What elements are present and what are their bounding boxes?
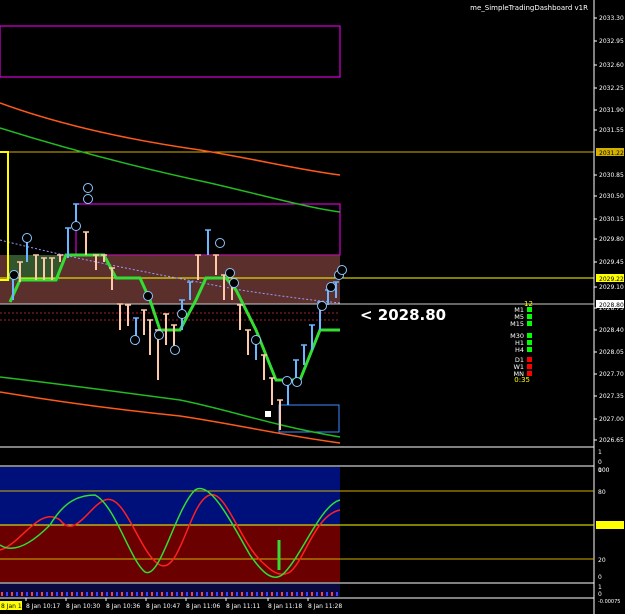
yellow-price-tag-text: 2029.22 [599,276,624,283]
time-label: 8 Jan 10:17 [26,603,60,610]
dashboard-tf-status [527,333,532,338]
price-tick-label: 2030.85 [599,172,624,179]
time-axis[interactable]: 8 Jan 10:17 8 Jan 10:30 8 Jan 10:36 8 Jan 1… [25,598,342,610]
price-tick-label: 2029.45 [599,259,624,266]
signal-circle [130,335,140,345]
osc-axis-label: 80 [598,489,606,496]
dashboard-count: 12 [524,300,533,308]
signal-circle [154,330,164,340]
dashboard-tf-label: M15 [510,320,524,328]
osc-value-tag [596,521,624,529]
signal-circle [215,238,225,248]
bottom-axis-1: 1 [598,584,602,591]
signal-circle [22,233,32,243]
price-tick-label: 2027.00 [599,416,624,423]
gold-price-tag-text: 2031.22 [599,150,624,157]
signal-circle [170,345,180,355]
osc-axis-label: 20 [598,557,606,564]
time-label: 8 Jan 10:36 [106,603,140,610]
price-tick-label: 2028.05 [599,349,624,356]
dashboard-tf-status [527,321,532,326]
sub1-axis-0: 0 [598,459,602,466]
price-tick-label: 2029.10 [599,284,624,291]
price-tick-label: 2026.65 [599,437,624,444]
signal-circle [317,301,327,311]
current-price-tag-text: 2028.80 [599,302,624,309]
dashboard-tf-status [527,364,532,369]
signal-circle [292,377,302,387]
time-label: 8 Jan 11:06 [186,603,220,610]
bottom-axis-0: 0 [598,591,602,598]
sub1-axis-1: 1 [598,449,602,456]
dashboard-tf-status [527,340,532,345]
time-label: 8 Jan 11:18 [268,603,302,610]
dashboard-tf-label: MN [514,370,525,378]
price-tick-label: 2031.90 [599,107,624,114]
price-tick-label: 2031.55 [599,127,624,134]
osc-red-zone [0,525,340,582]
current-price-label: < 2028.80 [360,306,446,324]
signal-circle [177,309,187,319]
dashboard-tf-status [527,347,532,352]
signal-circle [229,278,239,288]
entry-marker [265,411,271,417]
dashboard-tf-status [527,314,532,319]
dashboard-tf-status [527,357,532,362]
signal-circle [251,335,261,345]
signal-circle [71,221,81,231]
price-axis[interactable]: 2033.30 2032.95 2032.60 2032.25 2031.90 2031.… [594,15,624,444]
price-tick-label: 2027.70 [599,371,624,378]
osc-axis-label: 0 [598,574,602,581]
time-label: 8 Jan 11:28 [308,603,342,610]
bottom-axis-neg: -0.00075 [598,599,620,605]
price-tick-label: 2033.30 [599,15,624,22]
time-label: 8 Jan 10:30 [66,603,100,610]
price-tick-label: 2028.40 [599,327,624,334]
signal-circle [143,291,153,301]
signal-circle [225,268,235,278]
signal-circle [326,282,336,292]
signal-circle [282,376,292,386]
dashboard-tf-status [527,371,532,376]
osc-axis-label: 100 [598,467,610,474]
indicator-title: me_SimpleTradingDashboard v1R [470,4,588,12]
volume-pane [0,584,340,597]
price-tick-label: 2032.25 [599,85,624,92]
price-tick-label: 2032.60 [599,62,624,69]
signal-circle [337,265,347,275]
time-label: 8 Jan 10:47 [146,603,180,610]
signal-circle [9,270,19,280]
price-tick-label: 2029.80 [599,236,624,243]
time-label: 8 Jan 11:11 [226,603,260,610]
chart-window[interactable]: < 2028.80 me_SimpleTradingDashboard v1R … [0,0,625,614]
price-tick-label: 2032.95 [599,38,624,45]
price-tick-label: 2030.15 [599,216,624,223]
price-tick-label: 2030.50 [599,193,624,200]
signal-circle [83,183,93,193]
dashboard-tf-status [527,307,532,312]
dashboard-tf-label: H4 [515,346,524,354]
signal-circle [83,194,93,204]
price-tick-label: 2027.35 [599,393,624,400]
